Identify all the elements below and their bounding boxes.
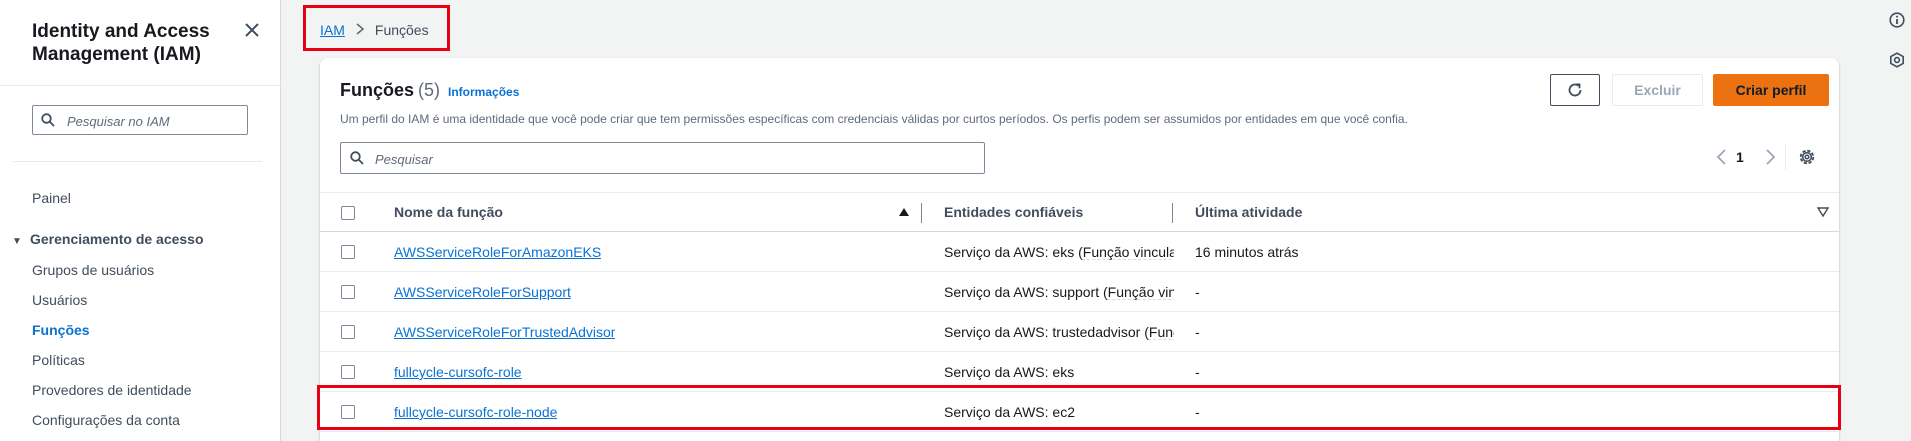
create-role-button[interactable]: Criar perfil xyxy=(1713,74,1829,106)
sidebar-divider xyxy=(12,161,262,162)
trusted-entity-cell: Serviço da AWS: trustedadvisor (Função v… xyxy=(944,324,1174,340)
table-row[interactable]: fullcycle-cursofc-role-node Serviço da A… xyxy=(320,392,1839,432)
column-header-role-name[interactable]: Nome da função xyxy=(394,204,503,220)
chevron-right-icon[interactable] xyxy=(1763,147,1777,167)
sidebar-divider xyxy=(0,85,281,86)
role-name-link[interactable]: fullcycle-cursofc-role xyxy=(394,364,522,380)
sidebar-section-label: Gerenciamento de acesso xyxy=(30,231,204,247)
sidebar-item-dashboard[interactable]: Painel xyxy=(32,190,71,206)
settings-icon[interactable] xyxy=(1798,148,1816,166)
role-name-link[interactable]: AWSServiceRoleForAmazonEKS xyxy=(394,244,601,260)
sidebar-item-roles[interactable]: Funções xyxy=(32,322,90,338)
row-checkbox[interactable] xyxy=(341,245,355,259)
column-header-last-activity[interactable]: Última atividade xyxy=(1195,204,1302,220)
sidebar-search-input[interactable] xyxy=(65,109,245,133)
trusted-entity-cell: Serviço da AWS: eks xyxy=(944,364,1075,380)
sidebar-item-account-settings[interactable]: Configurações da conta xyxy=(32,412,180,428)
roles-panel: Funções (5) Informações Um perfil do IAM é… xyxy=(320,58,1839,441)
trusted-entity-cell: Serviço da AWS: eks (Função vinculada xyxy=(944,244,1174,260)
column-resizer[interactable] xyxy=(921,203,922,223)
panel-description: Um perfil do IAM é uma identidade que vo… xyxy=(340,112,1408,126)
sidebar-item-identity-providers[interactable]: Provedores de identidade xyxy=(32,382,192,398)
last-activity-cell: - xyxy=(1195,284,1200,300)
table-search[interactable] xyxy=(340,142,985,174)
table-search-input[interactable] xyxy=(373,147,977,171)
row-checkbox[interactable] xyxy=(341,285,355,299)
breadcrumb-iam-link[interactable]: IAM xyxy=(320,22,345,38)
page-number[interactable]: 1 xyxy=(1736,149,1744,165)
chevron-left-icon[interactable] xyxy=(1715,147,1729,167)
column-resizer[interactable] xyxy=(1172,203,1173,223)
table-header: Nome da função Entidades confiáveis Últi… xyxy=(320,192,1839,232)
breadcrumb: IAM Funções xyxy=(320,22,429,38)
table-row[interactable]: AWSServiceRoleForTrustedAdvisor Serviço … xyxy=(320,312,1839,352)
role-name-link[interactable]: AWSServiceRoleForSupport xyxy=(394,284,571,300)
last-activity-cell: 16 minutos atrás xyxy=(1195,244,1299,260)
sidebar-item-policies[interactable]: Políticas xyxy=(32,352,85,368)
select-all-checkbox[interactable] xyxy=(341,206,355,220)
delete-button[interactable]: Excluir xyxy=(1612,74,1703,106)
search-icon xyxy=(350,151,364,165)
linked-role-label[interactable]: Função vinculada xyxy=(1149,324,1174,340)
panel-title: Funções xyxy=(340,80,415,100)
sidebar-search[interactable] xyxy=(32,105,248,135)
close-icon[interactable] xyxy=(242,20,262,40)
refresh-icon xyxy=(1568,83,1582,97)
caret-down-icon: ▼ xyxy=(12,236,22,247)
row-checkbox[interactable] xyxy=(341,405,355,419)
table-row[interactable]: AWSServiceRoleForSupport Serviço da AWS:… xyxy=(320,272,1839,312)
role-name-link[interactable]: fullcycle-cursofc-role-node xyxy=(394,404,557,420)
info-icon[interactable] xyxy=(1889,12,1905,28)
info-link[interactable]: Informações xyxy=(448,85,519,99)
sidebar-item-users[interactable]: Usuários xyxy=(32,292,87,308)
notifications-icon[interactable] xyxy=(1889,52,1905,68)
table-row[interactable]: AWSServiceRoleForAmazonEKS Serviço da AW… xyxy=(320,232,1839,272)
sidebar-title: Identity and Access Management (IAM) xyxy=(32,21,210,65)
search-icon xyxy=(41,113,55,127)
panel-header: Funções (5) Informações xyxy=(340,80,519,101)
last-activity-cell: - xyxy=(1195,324,1200,340)
trusted-entity-text: Serviço da AWS: eks xyxy=(944,244,1075,260)
trusted-entity-text: Serviço da AWS: trustedadvisor xyxy=(944,324,1141,340)
table-row[interactable]: fullcycle-cursofc-role Serviço da AWS: e… xyxy=(320,352,1839,392)
trusted-entity-cell: Serviço da AWS: ec2 xyxy=(944,404,1075,420)
column-header-trusted-entities[interactable]: Entidades confiáveis xyxy=(944,204,1083,220)
column-menu-icon[interactable] xyxy=(1817,207,1829,217)
sort-ascending-icon[interactable] xyxy=(898,207,910,217)
sidebar-section-access-management[interactable]: ▼ Gerenciamento de acesso xyxy=(12,231,204,247)
breadcrumb-current: Funções xyxy=(374,22,429,38)
trusted-entity-cell: Serviço da AWS: support (Função vinculad… xyxy=(944,284,1174,300)
chevron-right-icon xyxy=(356,23,365,35)
roles-count: (5) xyxy=(418,80,441,100)
trusted-entity-text: Serviço da AWS: support xyxy=(944,284,1100,300)
last-activity-cell: - xyxy=(1195,404,1200,420)
refresh-button[interactable] xyxy=(1550,74,1600,106)
row-checkbox[interactable] xyxy=(341,325,355,339)
linked-role-label[interactable]: Função vinculada xyxy=(1108,284,1174,300)
role-name-link[interactable]: AWSServiceRoleForTrustedAdvisor xyxy=(394,324,615,340)
linked-role-label[interactable]: Função vinculada xyxy=(1083,244,1174,260)
row-checkbox[interactable] xyxy=(341,365,355,379)
pager-divider xyxy=(1785,144,1786,170)
sidebar-item-user-groups[interactable]: Grupos de usuários xyxy=(32,262,154,278)
last-activity-cell: - xyxy=(1195,364,1200,380)
sidebar: Identity and Access Management (IAM) Pai… xyxy=(0,0,281,441)
